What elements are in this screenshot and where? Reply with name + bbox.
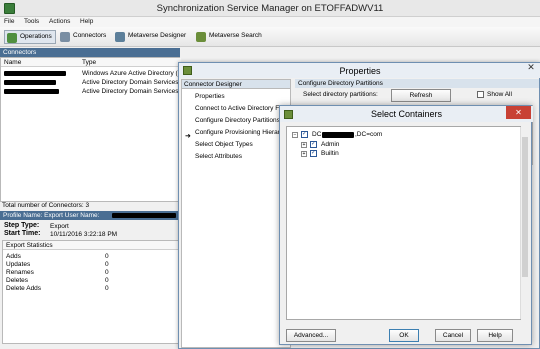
collapse-icon[interactable]: −	[292, 132, 298, 138]
builtin-checkbox[interactable]: ✓	[310, 150, 317, 157]
column-type[interactable]: Type	[82, 59, 96, 66]
stat-value: 0	[105, 253, 109, 260]
table-row[interactable]: Windows Azure Active Directory (Mic	[1, 69, 188, 78]
cancel-button[interactable]: Cancel	[435, 329, 471, 342]
ok-button[interactable]: OK	[389, 329, 419, 342]
designer-header: Connector Designer	[182, 80, 290, 89]
stat-value: 0	[105, 277, 109, 284]
menu-actions[interactable]: Actions	[49, 18, 70, 25]
connectors-header: Connectors	[0, 48, 180, 57]
close-icon[interactable]: ✕	[522, 62, 540, 75]
close-icon[interactable]: ✕	[506, 106, 531, 119]
redacted-name	[4, 71, 66, 76]
metaverse-search-label: Metaverse Search	[209, 32, 262, 39]
connector-count: Total number of Connectors: 3	[2, 202, 90, 209]
connectors-grid: Name Type Windows Azure Active Directory…	[0, 57, 188, 202]
toolbar: Operations Connectors Metaverse Designer…	[0, 27, 540, 47]
tree-scrollbar[interactable]	[520, 127, 529, 319]
start-time-value: 10/11/2016 3:22:18 PM	[50, 231, 118, 238]
stat-value: 0	[105, 269, 109, 276]
root-checkbox[interactable]: ✓	[301, 131, 308, 138]
select-containers-title-bar: Select Containers ✕	[280, 106, 533, 122]
properties-title: Properties	[339, 66, 381, 76]
select-partitions-label: Select directory partitions:	[303, 91, 378, 98]
designer-item-directory-partitions[interactable]: Configure Directory Partitions	[195, 117, 280, 124]
grid-header: Name Type	[1, 58, 181, 67]
export-statistics: Export Statistics Adds 0 Updates 0 Renam…	[2, 240, 180, 344]
window-title: Synchronization Service Manager on ETOFF…	[156, 3, 384, 14]
expand-icon[interactable]: +	[301, 151, 307, 157]
help-button[interactable]: Help	[477, 329, 513, 342]
metaverse-designer-button[interactable]: Metaverse Designer	[113, 30, 189, 44]
arrow-right-icon: ➜	[185, 133, 191, 140]
metaverse-designer-icon	[115, 32, 125, 42]
redacted-domain	[322, 132, 354, 138]
designer-item-properties[interactable]: Properties	[195, 93, 225, 100]
refresh-button[interactable]: Refresh	[391, 89, 451, 102]
stat-label: Delete Adds	[6, 285, 42, 292]
containers-tree: − ✓ DC ,DC=com + ✓ Admin + ✓ Builtin	[286, 126, 529, 320]
show-all-label: Show All	[487, 91, 512, 98]
menu-bar: File Tools Actions Help	[0, 17, 540, 27]
stat-label: Adds	[6, 253, 21, 260]
operations-icon	[7, 33, 17, 43]
designer-item-provisioning[interactable]: Configure Provisioning Hierarchy	[195, 129, 290, 136]
stat-label: Updates	[6, 261, 31, 268]
advanced-button[interactable]: Advanced...	[286, 329, 336, 342]
step-type-label: Step Type:	[4, 222, 40, 229]
menu-file[interactable]: File	[4, 18, 14, 25]
tree-item-builtin[interactable]: Builtin	[321, 150, 339, 157]
operations-button[interactable]: Operations	[4, 30, 56, 44]
root-suffix: ,DC=com	[355, 131, 383, 138]
stat-value: 0	[105, 285, 109, 292]
tree-item-admin[interactable]: Admin	[321, 141, 339, 148]
redacted-name	[4, 80, 56, 85]
admin-checkbox[interactable]: ✓	[310, 141, 317, 148]
profile-header: Profile Name: Export User Name:	[0, 211, 180, 220]
menu-tools[interactable]: Tools	[24, 18, 39, 25]
select-containers-title: Select Containers	[370, 109, 443, 119]
stat-value: 0	[105, 261, 109, 268]
profile-header-text: Profile Name: Export User Name:	[3, 212, 100, 219]
table-row[interactable]: Active Directory Domain Services	[1, 87, 181, 96]
connectors-button[interactable]: Connectors	[58, 30, 109, 44]
connector-designer-panel: Connector Designer ➜ Properties Connect …	[181, 79, 294, 348]
step-type-value: Export	[50, 223, 69, 230]
scrollbar-thumb[interactable]	[522, 137, 528, 277]
expand-icon[interactable]: +	[301, 142, 307, 148]
properties-title-bar: Properties ✕	[179, 62, 540, 78]
connector-type: Active Directory Domain Services	[82, 79, 179, 86]
stat-label: Deletes	[6, 277, 29, 284]
redacted-name	[4, 89, 59, 94]
metaverse-search-button[interactable]: Metaverse Search	[194, 30, 265, 44]
title-bar: Synchronization Service Manager on ETOFF…	[0, 0, 540, 17]
select-containers-dialog: Select Containers ✕ − ✓ DC ,DC=com + ✓ A…	[279, 105, 533, 345]
metaverse-designer-label: Metaverse Designer	[128, 32, 187, 39]
configure-header: Configure Directory Partitions	[295, 79, 539, 88]
connectors-icon	[60, 32, 70, 42]
connector-type: Windows Azure Active Directory (Mic	[82, 70, 188, 77]
start-time-label: Start Time:	[4, 230, 41, 237]
metaverse-search-icon	[196, 32, 206, 42]
table-row[interactable]: Active Directory Domain Services	[1, 78, 181, 87]
menu-help[interactable]: Help	[80, 18, 93, 25]
operations-label: Operations	[20, 33, 52, 40]
show-all-checkbox[interactable]	[477, 91, 484, 98]
column-name[interactable]: Name	[4, 59, 21, 66]
connectors-label: Connectors	[73, 32, 107, 39]
designer-item-attributes[interactable]: Select Attributes	[195, 153, 242, 160]
root-prefix: DC	[312, 131, 322, 138]
redacted-user	[112, 213, 176, 218]
designer-item-object-types[interactable]: Select Object Types	[195, 141, 253, 148]
connector-type: Active Directory Domain Services	[82, 88, 179, 95]
stats-header: Export Statistics	[3, 241, 179, 250]
stat-label: Renames	[6, 269, 34, 276]
